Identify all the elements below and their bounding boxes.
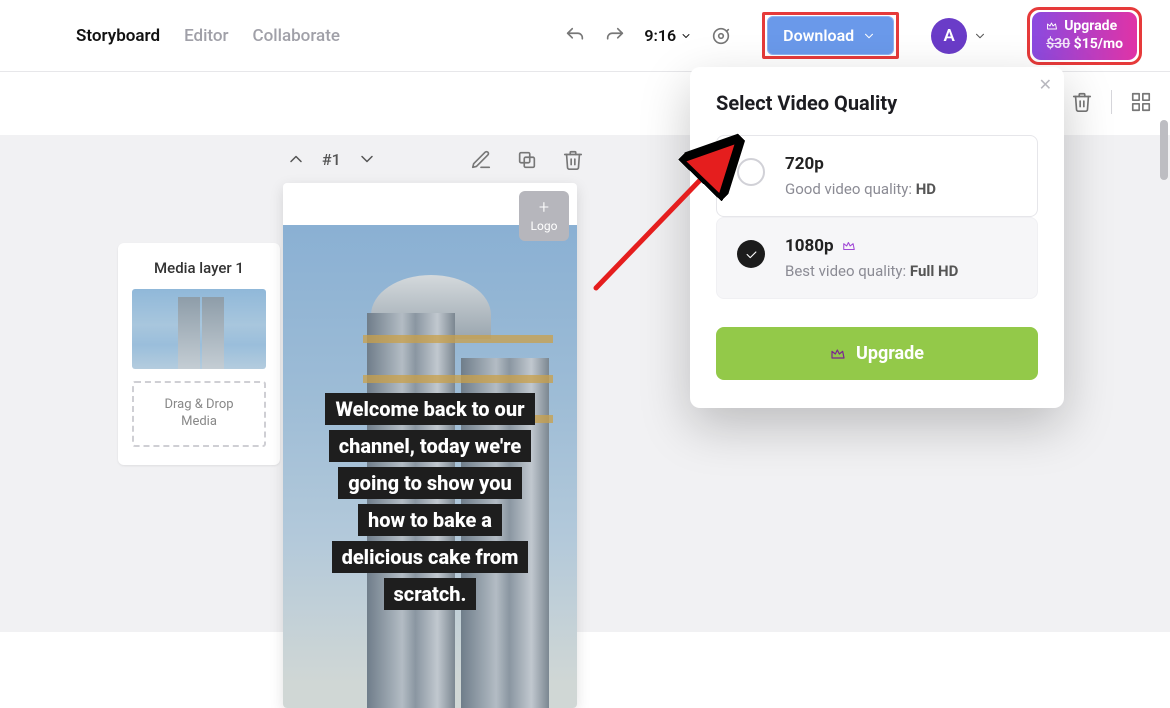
crown-icon — [1046, 20, 1058, 32]
popover-title: Select Video Quality — [716, 91, 1038, 115]
undo-icon[interactable] — [564, 25, 586, 47]
logo-label: Logo — [531, 219, 558, 233]
quality-popover: ✕ Select Video Quality 720p Good video q… — [690, 67, 1064, 408]
chevron-down-icon — [862, 29, 876, 43]
plus-icon: + — [539, 199, 549, 217]
settings-icon[interactable] — [710, 25, 732, 47]
popover-upgrade-label: Upgrade — [856, 343, 924, 364]
scrollbar-thumb[interactable] — [1160, 120, 1168, 180]
download-label: Download — [783, 26, 854, 45]
download-button[interactable]: Download — [767, 16, 894, 55]
upgrade-label: Upgrade — [1064, 18, 1117, 34]
scene-actions — [470, 149, 584, 171]
popover-upgrade-button[interactable]: Upgrade — [716, 327, 1038, 380]
old-price: $30 — [1046, 36, 1070, 52]
chevron-down-icon — [973, 29, 987, 43]
caption-line: delicious cake from — [332, 541, 529, 573]
quality-name: 720p — [785, 154, 824, 174]
tab-collaborate[interactable]: Collaborate — [253, 26, 340, 46]
edit-icon[interactable] — [470, 149, 492, 171]
grid-icon[interactable] — [1130, 91, 1152, 113]
download-highlight-box: Download — [762, 12, 899, 59]
caption-line: Welcome back to our — [325, 393, 534, 425]
media-drop-zone[interactable]: Drag & Drop Media — [132, 381, 266, 447]
tab-storyboard[interactable]: Storyboard — [76, 26, 160, 46]
upgrade-pill[interactable]: Upgrade $30 $15/mo — [1032, 12, 1137, 60]
caption-line: channel, today we're — [329, 430, 532, 462]
quality-name: 1080p — [785, 236, 834, 256]
radio-selected-icon — [737, 240, 765, 268]
quality-desc-bold: Full HD — [910, 262, 958, 280]
upgrade-highlight-box: Upgrade $30 $15/mo — [1027, 7, 1142, 65]
quality-desc-bold: HD — [916, 180, 936, 198]
drop-line-1: Drag & Drop — [140, 397, 258, 414]
divider — [1111, 90, 1112, 114]
quality-desc: Best video quality: — [785, 262, 910, 280]
topbar: Storyboard Editor Collaborate 9:16 Downl… — [0, 0, 1170, 72]
slide-preview[interactable]: + Logo Welcome back to our channel, toda… — [283, 183, 577, 708]
drop-line-2: Media — [140, 414, 258, 431]
main-tabs: Storyboard Editor Collaborate — [76, 26, 340, 46]
redo-icon[interactable] — [604, 25, 626, 47]
chevron-down-icon — [680, 30, 692, 42]
chevron-up-icon[interactable] — [286, 149, 306, 169]
media-layer-card: Media layer 1 Drag & Drop Media — [118, 243, 280, 465]
aspect-ratio-value: 9:16 — [644, 26, 676, 45]
duplicate-icon[interactable] — [516, 149, 538, 171]
aspect-ratio-dropdown[interactable]: 9:16 — [644, 26, 692, 45]
tab-editor[interactable]: Editor — [184, 26, 228, 46]
crown-icon — [842, 239, 856, 253]
chevron-down-icon[interactable] — [357, 149, 377, 169]
caption-text[interactable]: Welcome back to our channel, today we're… — [283, 393, 577, 610]
quality-desc: Good video quality: — [785, 180, 916, 198]
caption-line: going to show you — [338, 467, 522, 499]
logo-placeholder[interactable]: + Logo — [519, 191, 569, 241]
caption-line: scratch. — [384, 578, 477, 610]
quality-option-720p[interactable]: 720p Good video quality: HD — [716, 135, 1038, 217]
topbar-right-group: 9:16 Download A Upgrade $30 — [564, 7, 1142, 65]
avatar: A — [931, 18, 967, 54]
radio-unselected-icon — [737, 158, 765, 186]
scene-number: #1 — [322, 150, 341, 169]
canvas-toolbar-right — [1071, 90, 1152, 114]
trash-icon[interactable] — [1071, 91, 1093, 113]
media-layer-title: Media layer 1 — [132, 259, 266, 277]
media-thumbnail[interactable] — [132, 289, 266, 369]
crown-icon — [830, 346, 846, 362]
quality-option-1080p[interactable]: 1080p Best video quality: Full HD — [716, 217, 1038, 299]
new-price: $15/mo — [1074, 36, 1123, 52]
caption-line: how to bake a — [358, 504, 502, 536]
trash-icon[interactable] — [562, 149, 584, 171]
account-menu[interactable]: A — [931, 18, 987, 54]
close-icon[interactable]: ✕ — [1039, 75, 1052, 94]
scene-header: #1 — [286, 149, 377, 169]
